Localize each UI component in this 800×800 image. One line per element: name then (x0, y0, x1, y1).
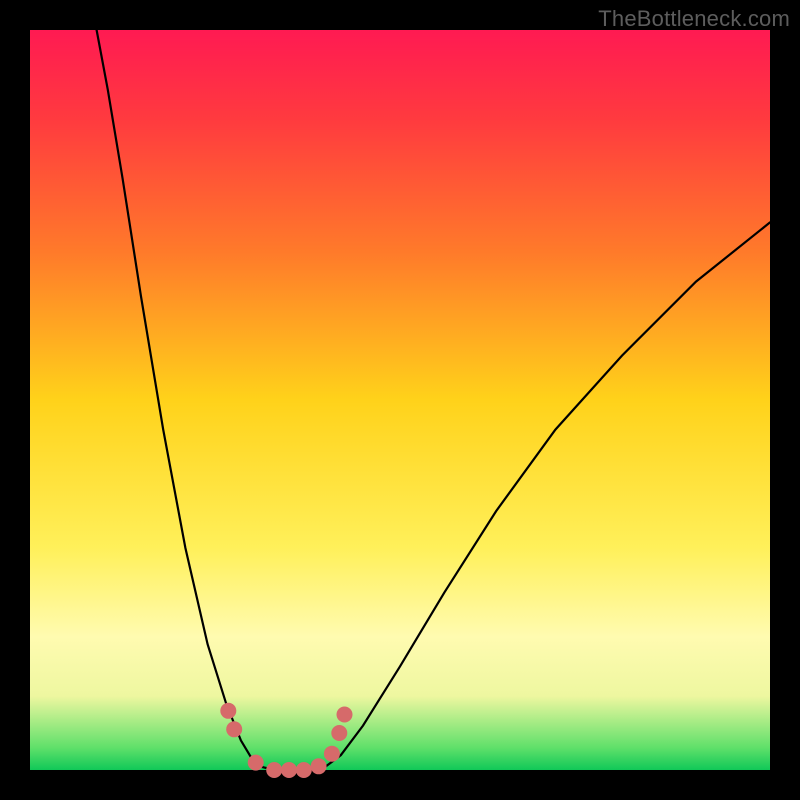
plot-area (30, 30, 770, 770)
marker-dot (226, 721, 242, 737)
marker-dot (337, 707, 353, 723)
marker-dot (220, 703, 236, 719)
marker-dot (311, 758, 327, 774)
marker-dot (248, 755, 264, 771)
chart-svg (30, 30, 770, 770)
marker-dot (296, 762, 312, 778)
marker-dot (266, 762, 282, 778)
marker-dot (281, 762, 297, 778)
watermark-label: TheBottleneck.com (598, 6, 790, 32)
marker-dot (331, 725, 347, 741)
chart-frame: TheBottleneck.com (0, 0, 800, 800)
curve-right-branch (326, 222, 770, 766)
curve-left-branch (97, 30, 260, 766)
marker-dot (324, 746, 340, 762)
